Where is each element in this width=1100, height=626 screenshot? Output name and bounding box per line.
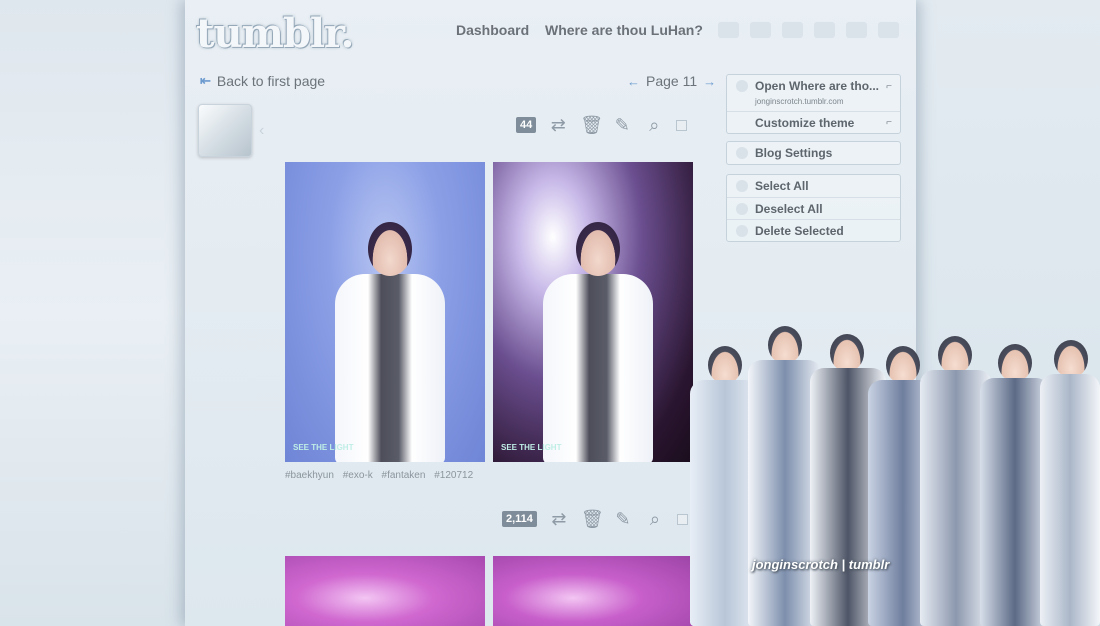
nav-blog-link[interactable]: Where are thou LuHan? [545, 22, 703, 38]
edit-icon[interactable]: ✎ [613, 510, 633, 528]
tumblr-logo[interactable]: tumblr. [196, 10, 354, 57]
photo-figure [335, 222, 445, 462]
select-all-icon [736, 180, 748, 192]
sidebar-blog-settings[interactable]: Blog Settings [727, 142, 900, 164]
back-label: Back to first page [216, 73, 326, 89]
background-group-photo [650, 315, 1100, 626]
settings-icon [736, 147, 748, 159]
photo-watermark: SEE THE LIGHT [293, 443, 354, 452]
delete-icon [736, 225, 748, 237]
sidebar-customize-label: Customize theme [755, 116, 855, 130]
reblog-icon[interactable]: ⇄ [548, 116, 568, 134]
deselect-all-icon [736, 203, 748, 215]
messages-icon[interactable] [750, 22, 771, 38]
settings-icon[interactable] [814, 22, 835, 38]
sidebar-delete-selected[interactable]: Delete Selected [727, 219, 900, 241]
post-tags[interactable]: #baekhyun #exo-k #fantaken #120712 [285, 470, 473, 481]
sidebar-blog-url: jonginscrotch.tumblr.com [755, 97, 844, 106]
sidebar-blog-box: Open Where are tho... jonginscrotch.tumb… [726, 74, 901, 134]
search-icon[interactable]: ⌕ [644, 116, 664, 134]
edit-icon[interactable]: ✎ [612, 116, 632, 134]
nav-dashboard-link[interactable]: Dashboard [456, 22, 529, 38]
sidebar-blog-title: Open Where are tho... [755, 79, 880, 93]
sidebar-delete-selected-label: Delete Selected [755, 224, 844, 238]
sidebar-open-blog[interactable]: Open Where are tho... jonginscrotch.tumb… [727, 75, 900, 111]
next-page-icon[interactable]: → [703, 74, 716, 89]
delete-icon[interactable]: 🗑 [580, 116, 603, 134]
reblog-icon[interactable]: ⇄ [549, 510, 569, 528]
sidebar-deselect-all[interactable]: Deselect All [727, 197, 900, 219]
post-photo[interactable]: SEE THE LIGHT [285, 162, 485, 462]
pin-icon: ⌐ [886, 117, 892, 128]
sidebar-settings-label: Blog Settings [755, 146, 833, 160]
sidebar-settings-box: Blog Settings [726, 141, 901, 165]
post-controls: 44 ⇄ 🗑 ✎ ⌕ [516, 116, 688, 134]
page-label: Page 11 [646, 73, 698, 89]
inbox-icon[interactable] [782, 22, 803, 38]
header-icon-bar [718, 22, 899, 38]
page-navigation: ← Page 11 → [627, 73, 716, 89]
sidebar-customize-theme[interactable]: Customize theme ⌐ [727, 111, 900, 133]
photo-figure [543, 222, 653, 462]
note-count-badge[interactable]: 44 [516, 117, 537, 133]
sidebar-select-all[interactable]: Select All [727, 175, 900, 197]
sidebar-selection-box: Select All Deselect All Delete Selected [726, 174, 901, 242]
post-photo[interactable] [285, 556, 485, 626]
home-icon[interactable] [718, 22, 739, 38]
background-watermark: jonginscrotch | tumblr [752, 557, 890, 572]
chevron-left-icon: ‹ [259, 122, 265, 139]
previous-page-icon[interactable]: ← [627, 74, 640, 89]
avatar[interactable] [198, 104, 252, 157]
pin-icon: ⌐ [886, 81, 892, 92]
sidebar-deselect-all-label: Deselect All [755, 202, 823, 216]
photo-watermark: SEE THE LIGHT [501, 443, 562, 452]
background-left [0, 0, 185, 626]
logout-icon[interactable] [878, 22, 899, 38]
sidebar-select-all-label: Select All [755, 179, 809, 193]
delete-icon[interactable]: 🗑 [581, 510, 604, 528]
back-arrow-icon: ⇤ [200, 73, 211, 88]
account-icon[interactable] [846, 22, 867, 38]
select-post-checkbox[interactable] [676, 119, 688, 131]
blog-icon [736, 80, 748, 92]
back-to-first-page-link[interactable]: ⇤ Back to first page [200, 73, 325, 89]
note-count-badge[interactable]: 2,114 [502, 511, 537, 527]
